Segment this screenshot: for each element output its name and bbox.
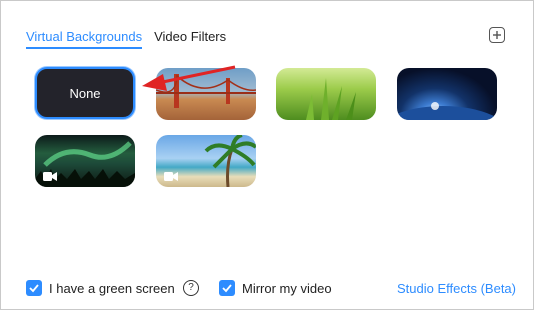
help-icon[interactable]: ? [183, 280, 199, 296]
mirror-video-label: Mirror my video [242, 281, 332, 296]
annotation-arrow [142, 65, 236, 91]
green-screen-checkbox[interactable] [26, 280, 42, 296]
footer-options: I have a green screen ? Mirror my video … [26, 280, 516, 300]
mirror-video-checkbox[interactable] [219, 280, 235, 296]
checkmark-icon [222, 284, 232, 293]
checkmark-icon [29, 284, 39, 293]
green-screen-label: I have a green screen [49, 281, 175, 296]
virtual-background-panel: Virtual Backgrounds Video Filters None I… [0, 0, 534, 310]
studio-effects-link[interactable]: Studio Effects (Beta) [397, 281, 516, 297]
